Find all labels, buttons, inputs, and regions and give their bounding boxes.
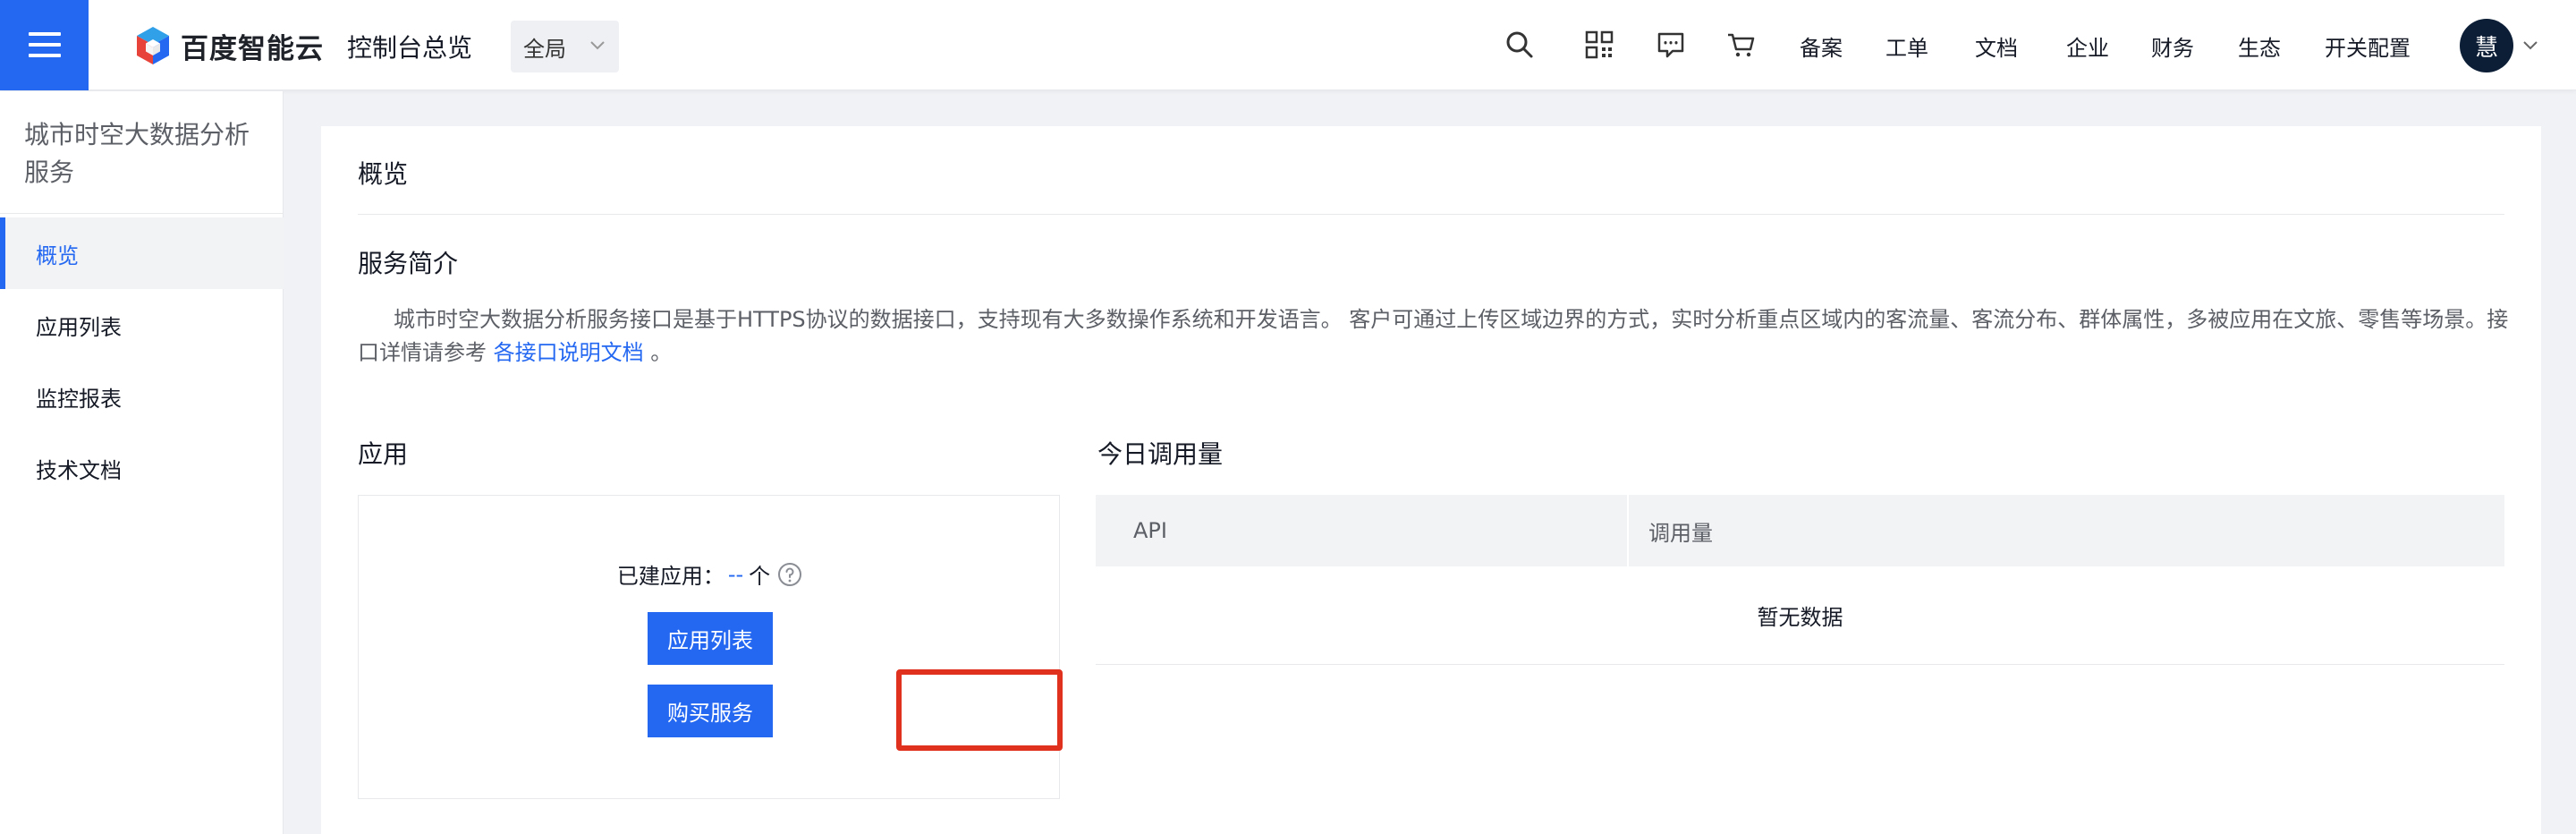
message-icon[interactable] bbox=[1655, 29, 1687, 61]
region-select[interactable]: 全局 bbox=[511, 21, 619, 72]
column-header-api: API bbox=[1096, 495, 1629, 566]
nav-link-ecosystem[interactable]: 生态 bbox=[2238, 30, 2281, 62]
highlight-annotation-box bbox=[896, 669, 1063, 751]
sidebar-item-overview[interactable]: 概览 bbox=[0, 217, 284, 289]
app-count-unit: 个 bbox=[749, 564, 771, 589]
divider bbox=[358, 214, 2504, 215]
nav-link-docs[interactable]: 文档 bbox=[1975, 30, 2018, 62]
service-intro-text: 城市时空大数据分析服务接口是基于HTTPS协议的数据接口，支持现有大多数操作系统… bbox=[358, 303, 2513, 370]
app-count-value: -- bbox=[727, 561, 744, 587]
sidebar-item-monitoring-report[interactable]: 监控报表 bbox=[0, 361, 284, 432]
app-count-row: 已建应用： -- 个 bbox=[359, 558, 1061, 590]
table-empty-state: 暂无数据 bbox=[1096, 566, 2504, 665]
app-section-title: 应用 bbox=[358, 439, 409, 469]
sidebar-title: 城市时空大数据分析服务 bbox=[24, 120, 250, 187]
intro-end: 。 bbox=[643, 340, 673, 365]
cart-icon[interactable] bbox=[1725, 29, 1758, 61]
chevron-down-icon[interactable] bbox=[2522, 38, 2538, 54]
sidebar-item-app-list[interactable]: 应用列表 bbox=[0, 289, 284, 361]
menu-icon-line bbox=[29, 32, 61, 36]
menu-button[interactable] bbox=[0, 0, 89, 90]
intro-body: 城市时空大数据分析服务接口是基于HTTPS协议的数据接口，支持现有大多数操作系统… bbox=[358, 307, 2509, 365]
nav-link-enterprise[interactable]: 企业 bbox=[2066, 30, 2109, 62]
table-header: API 调用量 bbox=[1096, 495, 2504, 566]
qrcode-icon[interactable] bbox=[1583, 29, 1615, 61]
api-doc-link[interactable]: 各接口说明文档 bbox=[494, 340, 644, 365]
nav-link-filing[interactable]: 备案 bbox=[1800, 30, 1843, 62]
region-select-value: 全局 bbox=[523, 36, 566, 62]
nav-link-switch-config[interactable]: 开关配置 bbox=[2325, 30, 2411, 62]
buy-service-button[interactable]: 购买服务 bbox=[648, 685, 773, 737]
sidebar-item-tech-docs[interactable]: 技术文档 bbox=[0, 432, 284, 504]
menu-icon-line bbox=[29, 54, 61, 57]
page-title: 概览 bbox=[358, 159, 409, 189]
nav-link-finance[interactable]: 财务 bbox=[2151, 30, 2194, 62]
help-icon[interactable] bbox=[777, 562, 802, 587]
main-content: 概览 服务简介 城市时空大数据分析服务接口是基于HTTPS协议的数据接口，支持现… bbox=[321, 126, 2541, 834]
console-overview-link[interactable]: 控制台总览 bbox=[347, 29, 472, 64]
top-navbar: 百度智能云 控制台总览 全局 备案 工单 文档 企业 财务 生态 开关配置 慧 bbox=[0, 0, 2576, 90]
chevron-down-icon bbox=[590, 41, 605, 50]
menu-icon-line bbox=[29, 43, 61, 47]
app-list-button[interactable]: 应用列表 bbox=[648, 612, 773, 665]
user-avatar[interactable]: 慧 bbox=[2460, 19, 2513, 72]
search-icon[interactable] bbox=[1504, 29, 1536, 61]
usage-table: API 调用量 暂无数据 bbox=[1096, 495, 2504, 665]
intro-section-title: 服务简介 bbox=[358, 249, 459, 278]
brand-logo[interactable]: 百度智能云 bbox=[134, 25, 324, 66]
sidebar: 城市时空大数据分析服务 概览 应用列表 监控报表 技术文档 bbox=[0, 91, 284, 834]
column-header-call-count: 调用量 bbox=[1648, 520, 1713, 546]
app-count-label: 已建应用： bbox=[616, 564, 724, 589]
logo-text: 百度智能云 bbox=[181, 32, 324, 65]
divider bbox=[0, 213, 284, 214]
logo-cube-icon bbox=[137, 27, 169, 64]
nav-link-ticket[interactable]: 工单 bbox=[1885, 30, 1928, 62]
usage-section-title: 今日调用量 bbox=[1097, 439, 1224, 469]
